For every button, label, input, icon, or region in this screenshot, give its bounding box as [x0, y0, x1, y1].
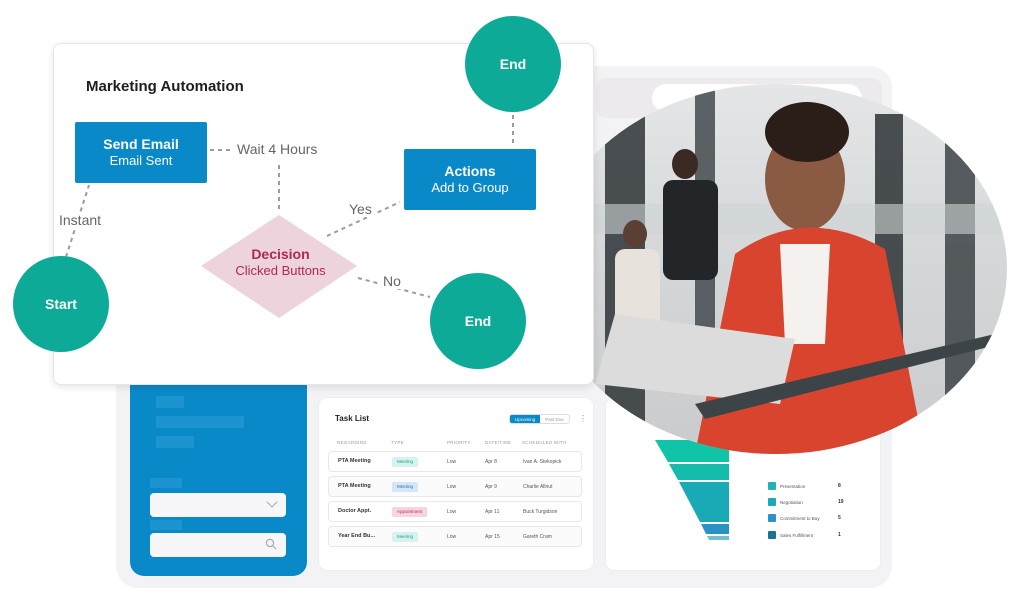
- end-node-bottom[interactable]: End: [430, 273, 526, 369]
- node-title: Actions: [444, 163, 496, 179]
- decision-node[interactable]: Decision Clicked Buttons: [203, 246, 358, 278]
- node-subtitle: Email Sent: [109, 153, 173, 168]
- edge-label-instant: Instant: [57, 212, 104, 228]
- edge-label-wait: Wait 4 Hours: [235, 141, 320, 157]
- node-subtitle: Clicked Buttons: [235, 263, 326, 278]
- node-title: Decision: [251, 246, 310, 262]
- edge-label-no: No: [381, 273, 403, 289]
- send-email-node[interactable]: Send Email Email Sent: [75, 122, 207, 183]
- actions-node[interactable]: Actions Add to Group: [404, 149, 536, 210]
- edge-label-yes: Yes: [347, 201, 374, 217]
- end-node-top[interactable]: End: [465, 16, 561, 112]
- start-node[interactable]: Start: [13, 256, 109, 352]
- node-title: Send Email: [103, 136, 179, 152]
- node-subtitle: Add to Group: [431, 180, 509, 195]
